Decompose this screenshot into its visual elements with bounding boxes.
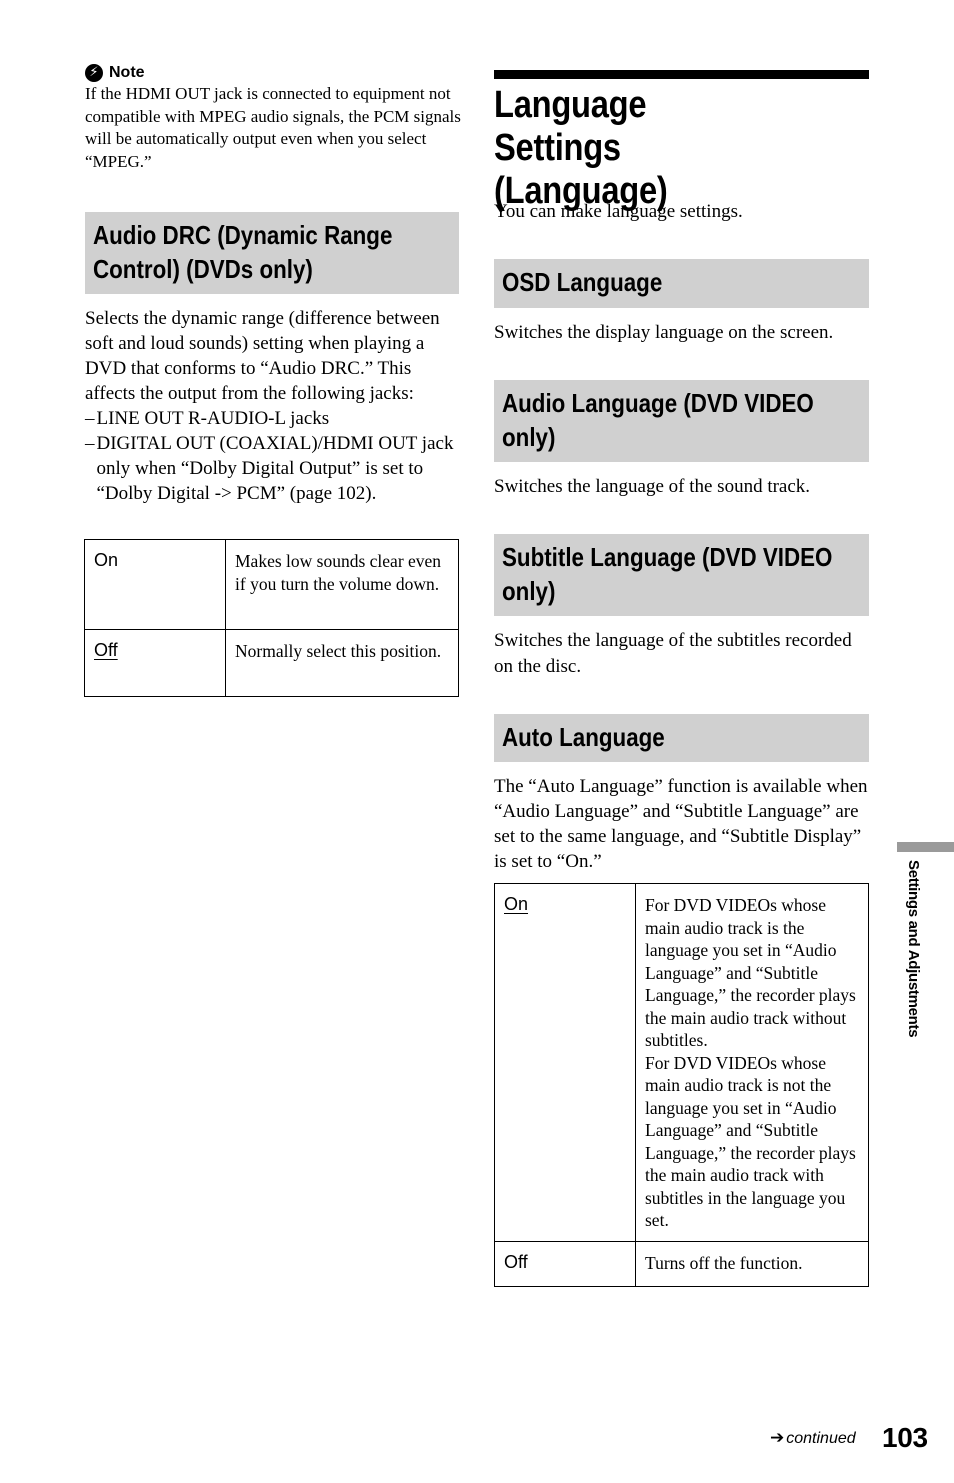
auto-language-options-table: On For DVD VIDEOs whose main audio track…: [494, 883, 869, 1287]
section-heading-audio-language: Audio Language (DVD VIDEO only): [494, 380, 869, 462]
option-key-default: Off: [94, 640, 118, 660]
side-tab: Settings and Adjustments: [902, 860, 926, 1070]
section-heading-auto-language: Auto Language: [494, 714, 869, 762]
audio-drc-body: Selects the dynamic range (difference be…: [85, 308, 440, 404]
option-desc: Turns off the function.: [635, 1241, 869, 1287]
option-key: Off: [494, 1241, 636, 1287]
title-rule: [494, 70, 869, 79]
continued-label: continued: [786, 1430, 856, 1447]
osd-description: Switches the display language on the scr…: [494, 322, 834, 343]
note-icon: ⚡: [85, 64, 103, 82]
footer-continued: ➔ continued: [770, 1428, 856, 1448]
arrow-right-icon: ➔: [770, 1428, 785, 1448]
option-key-default: On: [504, 894, 529, 914]
page-title: Language Settings (Language): [494, 84, 668, 212]
table-row: On Makes low sounds clear even if you tu…: [84, 539, 459, 630]
table-row: Off Normally select this position.: [84, 629, 459, 697]
option-desc: For DVD VIDEOs whose main audio track is…: [635, 883, 869, 1242]
section-heading-osd-language: OSD Language: [494, 259, 869, 308]
page-number: 103: [882, 1422, 928, 1453]
option-desc: Normally select this position.: [225, 629, 459, 697]
note-text: If the HDMI OUT jack is connected to equ…: [85, 84, 461, 171]
note-title: Note: [109, 64, 145, 81]
intro-text: You can make language settings.: [494, 201, 743, 222]
note: ⚡ Note If the HDMI OUT jack is connected…: [85, 64, 465, 173]
subtitle-language-description: Switches the language of the subtitles r…: [494, 630, 852, 677]
table-row: On For DVD VIDEOs whose main audio track…: [494, 883, 869, 1242]
option-desc: Makes low sounds clear even if you turn …: [225, 539, 459, 630]
audio-language-description: Switches the language of the sound track…: [494, 476, 811, 497]
option-key: On: [84, 539, 226, 630]
table-row: Off Turns off the function.: [494, 1241, 869, 1287]
section-heading-audio-drc: Audio DRC (Dynamic Range Control) (DVDs …: [85, 212, 459, 294]
auto-language-description: The “Auto Language” function is availabl…: [494, 776, 868, 872]
list-item: – DIGITAL OUT (COAXIAL)/HDMI OUT jack onl…: [85, 433, 454, 504]
audio-drc-options-table: On Makes low sounds clear even if you tu…: [84, 539, 459, 697]
side-tab-marker: [897, 842, 954, 852]
side-tab-label: Settings and Adjustments: [905, 860, 922, 1038]
section-heading-subtitle-language: Subtitle Language (DVD VIDEO only): [494, 534, 869, 616]
list-item: – LINE OUT R-AUDIO-L jacks: [85, 408, 330, 429]
audio-drc-description: Selects the dynamic range (difference be…: [85, 306, 463, 506]
